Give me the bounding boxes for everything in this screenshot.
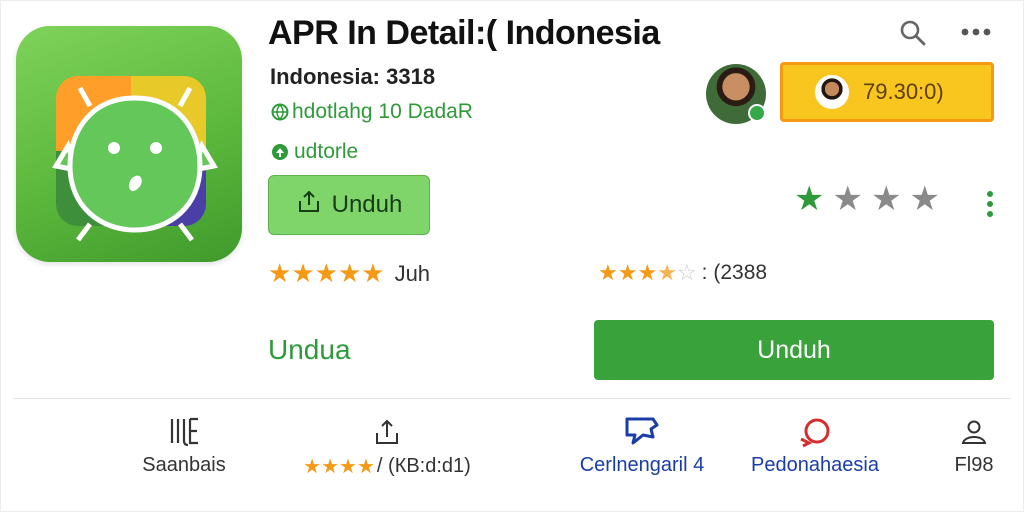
star-icon: ★ xyxy=(657,260,677,285)
rating-row-primary: ★★★★★ Juh xyxy=(268,258,430,289)
star-icon: ★ xyxy=(339,456,357,478)
mascot-icon xyxy=(52,86,218,242)
nav-item-pedoman[interactable]: Pedonahaesia xyxy=(744,414,886,477)
rating-star-icon[interactable]: ★ xyxy=(794,182,824,216)
refresh-icon xyxy=(795,414,835,450)
price-label: 79.30:0) xyxy=(863,79,944,104)
star-icon: ★ xyxy=(598,260,618,285)
developer-icon xyxy=(270,142,290,162)
star-icon: ★ xyxy=(291,258,315,288)
nav-rating: ★★★★ / (КВ:d:d1) xyxy=(303,454,471,479)
chat-bubble-icon xyxy=(623,414,661,450)
star-icon: ★ xyxy=(356,456,375,478)
nav-rating-stars: ★★★★ xyxy=(303,454,375,479)
nav-item-share[interactable]: Cerlnengaril 4 xyxy=(562,414,722,477)
star-icon: ★ xyxy=(617,260,638,285)
nav-label-share: Cerlnengaril 4 xyxy=(579,454,705,476)
globe-icon xyxy=(270,102,290,122)
rating-star-icon[interactable]: ★ xyxy=(909,182,939,216)
nav-item-profile[interactable]: Fl98 xyxy=(946,414,1002,477)
rating-stars-primary: ★★★★★ xyxy=(268,258,385,289)
star-icon: ★ xyxy=(337,258,362,288)
more-vert-icon[interactable] xyxy=(982,188,998,222)
app-detail-page: APR In Detail:( Indonesia Indonesia: 331… xyxy=(0,0,1024,512)
download-icon xyxy=(372,414,402,450)
star-icon: ★ xyxy=(303,456,322,478)
nav-item-list[interactable]: Saanbais xyxy=(134,414,234,477)
star-icon: ★ xyxy=(321,456,340,478)
app-title: APR In Detail:( Indonesia xyxy=(268,14,660,52)
star-icon: ★ xyxy=(637,260,658,285)
app-subtitle: Indonesia: 3318 xyxy=(270,64,436,89)
nav-label-profile: Fl98 xyxy=(954,454,994,476)
rating-label-primary: Juh xyxy=(394,260,431,286)
star-icon: ★ xyxy=(268,258,292,288)
share-upload-icon xyxy=(296,189,322,222)
rating-stars-right[interactable]: ★ ★ ★ ★ xyxy=(794,182,940,216)
nav-label-rating: / (КВ:d:d1) xyxy=(376,455,471,477)
online-status-badge xyxy=(748,104,766,122)
install-button[interactable]: Unduh xyxy=(594,320,994,380)
nav-label-list: Saanbais xyxy=(142,454,226,476)
price-avatar xyxy=(815,75,849,109)
download-button-small-label: Unduh xyxy=(331,191,403,218)
rating-label-secondary: : (2388 xyxy=(701,261,768,284)
nav-item-rating[interactable]: ★★★★ / (КВ:d:d1) xyxy=(262,414,512,479)
download-button-small[interactable]: Unduh xyxy=(268,175,430,235)
rating-stars-secondary: ★★★★☆ xyxy=(598,260,697,286)
star-icon: ★ xyxy=(314,258,338,288)
app-meta: hdotlahg 10 DadaR xyxy=(270,100,473,124)
divider xyxy=(14,398,1010,399)
rating-star-icon[interactable]: ★ xyxy=(832,182,862,216)
more-horiz-icon[interactable] xyxy=(960,16,992,48)
app-icon xyxy=(16,26,242,262)
price-button[interactable]: 79.30:0) xyxy=(780,62,994,122)
star-icon: ★ xyxy=(361,258,385,288)
person-icon xyxy=(959,414,989,450)
star-icon: ☆ xyxy=(676,260,697,285)
rating-row-secondary: ★★★★☆ : (2388 xyxy=(598,260,767,286)
list-icon xyxy=(168,414,200,450)
download-link[interactable]: Undua xyxy=(268,334,351,366)
nav-label-pedoman: Pedonahaesia xyxy=(751,454,879,476)
rating-star-icon[interactable]: ★ xyxy=(871,182,901,216)
app-meta-text: hdotlahg 10 DadaR xyxy=(292,100,473,123)
developer-link[interactable]: udtorle xyxy=(270,140,358,164)
developer-name: udtorle xyxy=(294,140,359,163)
search-icon[interactable] xyxy=(896,16,928,48)
